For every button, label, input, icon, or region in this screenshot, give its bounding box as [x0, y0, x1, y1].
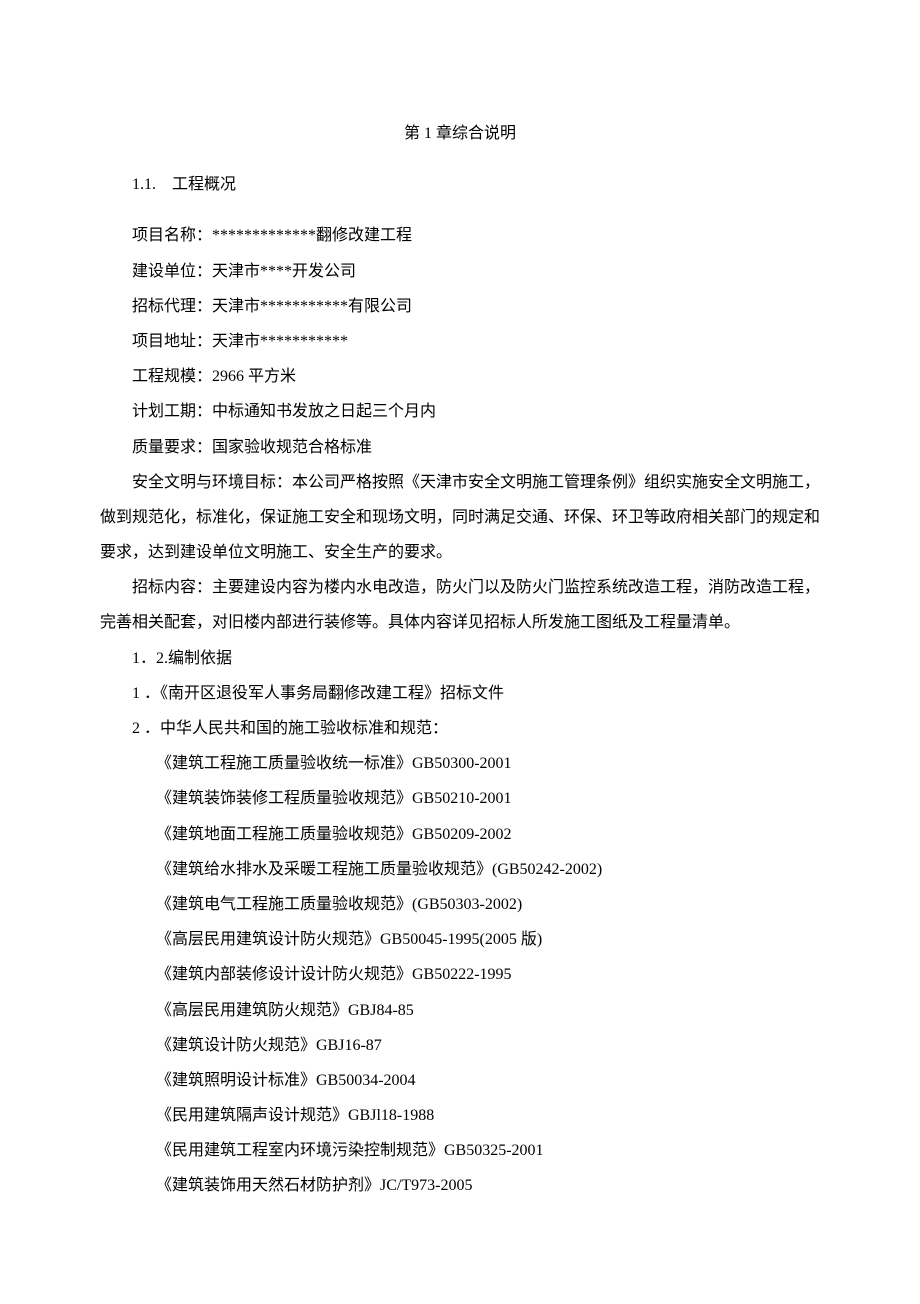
bidding-agent-line: 招标代理：天津市***********有限公司 — [100, 289, 820, 324]
standard-line: 《建筑装饰装修工程质量验收规范》GB50210-2001 — [100, 781, 820, 816]
project-name-line: 项目名称：*************翻修改建工程 — [100, 218, 820, 253]
standard-line: 《建筑地面工程施工质量验收规范》GB50209-2002 — [100, 817, 820, 852]
chapter-title: 第 1 章综合说明 — [100, 116, 820, 151]
quality-requirement-line: 质量要求：国家验收规范合格标准 — [100, 430, 820, 465]
standard-line: 《高层民用建筑防火规范》GBJ84-85 — [100, 993, 820, 1028]
standard-line: 《民用建筑隔声设计规范》GBJl18-1988 — [100, 1098, 820, 1133]
construction-unit-line: 建设单位：天津市****开发公司 — [100, 254, 820, 289]
standard-line: 《建筑内部装修设计设计防火规范》GB50222-1995 — [100, 957, 820, 992]
safety-paragraph: 安全文明与环境目标：本公司严格按照《天津市安全文明施工管理条例》组织实施安全文明… — [100, 465, 820, 571]
standard-line: 《建筑工程施工质量验收统一标准》GB50300-2001 — [100, 746, 820, 781]
standard-line: 《建筑照明设计标准》GB50034-2004 — [100, 1063, 820, 1098]
planned-duration-line: 计划工期：中标通知书发放之日起三个月内 — [100, 394, 820, 429]
bid-content-paragraph: 招标内容：主要建设内容为楼内水电改造，防火门以及防火门监控系统改造工程，消防改造… — [100, 570, 820, 640]
section-1-1-heading: 1.1. 工程概况 — [100, 167, 820, 202]
standard-line: 《高层民用建筑设计防火规范》GB50045-1995(2005 版) — [100, 922, 820, 957]
document-page: 第 1 章综合说明 1.1. 工程概况 项目名称：*************翻修… — [0, 0, 920, 1304]
section-1-2-heading: 1．2.编制依据 — [100, 641, 820, 676]
standard-line: 《建筑给水排水及采暖工程施工质量验收规范》(GB50242-2002) — [100, 852, 820, 887]
standard-line: 《建筑设计防火规范》GBJ16-87 — [100, 1028, 820, 1063]
basis-item-1: 1 ．《南开区退役军人事务局翻修改建工程》招标文件 — [100, 676, 820, 711]
standard-line: 《民用建筑工程室内环境污染控制规范》GB50325-2001 — [100, 1133, 820, 1168]
standard-line: 《建筑电气工程施工质量验收规范》(GB50303-2002) — [100, 887, 820, 922]
project-address-line: 项目地址：天津市*********** — [100, 324, 820, 359]
project-scale-line: 工程规模：2966 平方米 — [100, 359, 820, 394]
standard-line: 《建筑装饰用天然石材防护剂》JC/T973-2005 — [100, 1168, 820, 1203]
basis-item-2: 2 ．中华人民共和国的施工验收标准和规范： — [100, 711, 820, 746]
